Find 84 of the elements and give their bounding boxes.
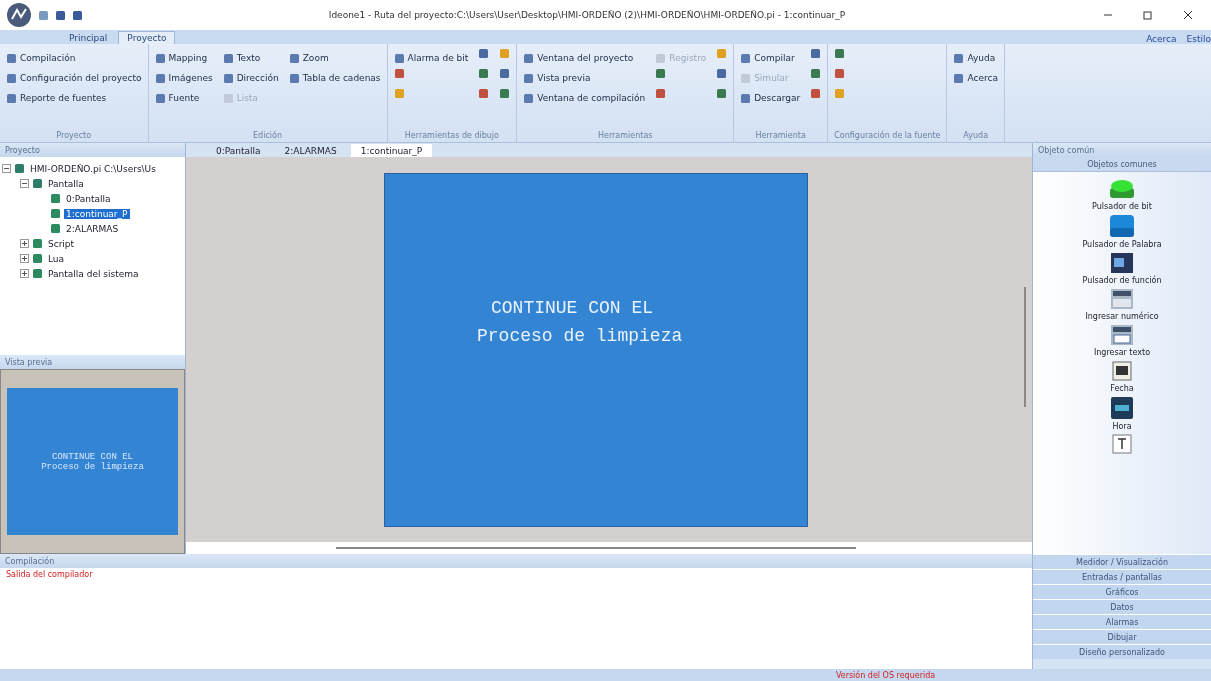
scrollbar[interactable] [1024,287,1026,407]
group-label: Proyecto [55,130,93,142]
preview-text: CONTINUE CON EL [52,451,133,462]
ribbon-link[interactable]: Estilo [1186,34,1211,44]
tree-item[interactable]: 1:continuar_P [64,208,130,219]
ribbon-button[interactable]: Configuración del proyecto [6,68,142,88]
square-button-icon [1109,214,1135,238]
ribbon-button[interactable]: Reporte de fuentes [6,88,142,108]
category-button[interactable]: Diseño personalizado [1033,644,1211,659]
panel-title: Compilación [5,556,55,566]
screen-text: Proceso de limpieza [477,325,683,348]
tree-item[interactable]: Pantalla [46,178,86,189]
expand-icon[interactable] [20,254,29,263]
push-button-icon [1108,178,1136,200]
editor-tab[interactable]: 2:ALARMAS [274,144,347,157]
object-item[interactable]: Hora [1110,396,1134,431]
category-button[interactable]: Alarmas [1033,614,1211,629]
group-label: Herramientas [596,130,654,142]
object-item[interactable]: Ingresar texto [1093,324,1151,357]
close-icon [1183,10,1193,20]
object-item[interactable]: Pulsador de Palabra [1082,214,1162,249]
ribbon-button[interactable]: Texto [222,48,279,68]
monitor-icon [1110,252,1134,274]
calendar-icon [1111,360,1133,382]
ribbon-button[interactable]: Ventana de compilación [523,88,646,108]
ribbon-button[interactable]: Compilar [740,48,801,68]
ribbon-button[interactable]: Tabla de cadenas [288,68,381,88]
section-header: Objetos comunes [1033,157,1211,172]
ribbon-button[interactable]: Ventana del proyecto [523,48,646,68]
object-item[interactable]: Pulsador de bit [1092,178,1152,211]
compiler-output: Salida del compilador [5,569,94,581]
keypad-icon [1110,288,1134,310]
ribbon-button[interactable]: Mapping [154,48,213,68]
group-label: Edición [252,129,283,142]
panel-title: Proyecto [5,145,40,155]
scrollbar[interactable] [336,547,856,549]
category-button[interactable]: Gráficos [1033,584,1211,599]
object-item[interactable]: Fecha [1110,360,1134,393]
object-item[interactable]: Ingresar numérico [1085,288,1159,321]
editor-tab[interactable]: 0:Pantalla [206,144,271,157]
ribbon-button[interactable]: Compilación [6,48,142,68]
group-label: Configuración de la fuente [834,129,941,142]
object-item[interactable]: Pulsador de función [1082,252,1162,285]
tree-item[interactable]: Script [46,238,77,249]
tree-item[interactable]: 0:Pantalla [64,193,113,204]
object-item[interactable] [1112,434,1132,454]
text-tool-icon [1112,434,1132,454]
editor-tab[interactable]: 1:continuar_P [350,144,433,157]
panel-title: Objeto común [1038,145,1095,155]
window-title: Ideone1 - Ruta del proyecto:C:\Users\User\Desktop\HMI-ORDEÑO (2)\HMI-ORDEÑO\HMI-ORDEÑO.pi - 1:continuar_P [327,10,847,20]
expand-icon[interactable] [20,239,29,248]
category-button[interactable]: Dibujar [1033,629,1211,644]
ribbon-button[interactable]: Descargar [740,88,801,108]
collapse-icon[interactable] [20,179,29,188]
ribbon-tab[interactable]: Principal [60,31,117,44]
ribbon-button[interactable]: Imágenes [154,68,213,88]
screen-text: CONTINUE CON EL [491,297,654,320]
collapse-icon[interactable] [2,164,11,173]
tree-item[interactable]: HMI-ORDEÑO.pi C:\Users\Us [28,163,158,174]
ribbon-link[interactable]: Acerca [1146,34,1177,44]
ribbon-button[interactable]: Ayuda [953,48,998,68]
clock-icon [1110,396,1134,420]
category-button[interactable]: Medidor / Visualización [1033,554,1211,569]
category-button[interactable]: Entradas / pantallas [1033,569,1211,584]
panel-title: Vista previa [5,357,53,367]
ribbon-button[interactable]: Zoom [288,48,381,68]
tree-item[interactable]: Lua [46,253,67,264]
group-label: Herramienta [754,130,807,142]
category-button[interactable]: Datos [1033,599,1211,614]
ribbon-button[interactable]: Alarma de bit [393,48,469,68]
preview-text: Proceso de limpieza [41,461,144,472]
status-message: Versión del OS requerida [835,670,936,680]
tree-item[interactable]: 2:ALARMAS [64,223,121,234]
ribbon-button[interactable]: Vista previa [523,68,646,88]
tree-item[interactable]: Pantalla del sistema [46,268,141,279]
ribbon-button[interactable]: Fuente [154,88,213,108]
restore-icon [1143,10,1153,20]
ribbon-button[interactable]: Dirección [222,68,279,88]
group-label: Ayuda [962,130,990,142]
text-field-icon [1110,324,1134,346]
ribbon-button[interactable]: Acerca [953,68,998,88]
ribbon-tab[interactable]: Proyecto [118,31,176,44]
group-label: Herramientas de dibujo [403,130,500,142]
expand-icon[interactable] [20,269,29,278]
